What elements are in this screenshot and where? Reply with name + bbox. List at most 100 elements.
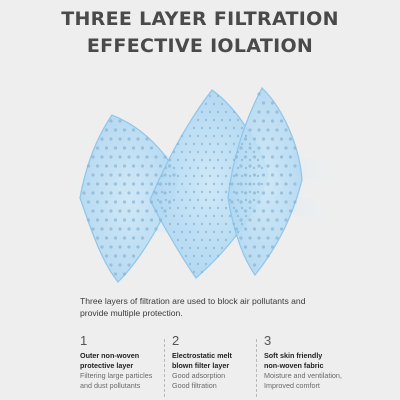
perforation-dot bbox=[288, 209, 293, 213]
perforation-dot bbox=[136, 173, 140, 177]
layer-name: blown filter layer bbox=[172, 360, 230, 370]
perforation-dot bbox=[234, 227, 239, 231]
perforation-dot bbox=[149, 182, 154, 186]
perforation-dot bbox=[86, 218, 91, 222]
perforation-dot bbox=[261, 191, 266, 195]
perforation-dot bbox=[208, 222, 212, 226]
perforation-dot bbox=[256, 190, 260, 194]
perforation-dot bbox=[216, 174, 220, 178]
perforation-dot bbox=[200, 142, 204, 146]
perforation-dot bbox=[200, 254, 204, 258]
perforation-dot bbox=[212, 198, 216, 202]
filtration-illustration bbox=[0, 70, 400, 295]
perforation-dot bbox=[86, 164, 91, 168]
perforation-dot bbox=[243, 173, 248, 177]
perforation-dot bbox=[275, 200, 279, 204]
layer-name: Electrostatic melt bbox=[172, 351, 232, 360]
perforation-dot bbox=[104, 254, 109, 258]
perforation-dot bbox=[252, 263, 257, 267]
perforation-dot bbox=[160, 206, 164, 210]
perforation-dot bbox=[109, 173, 113, 177]
perforation-dot bbox=[288, 191, 293, 195]
perforation-dot bbox=[204, 182, 208, 186]
perforation-dot bbox=[188, 150, 192, 154]
perforation-dot bbox=[284, 200, 288, 204]
perforation-dot bbox=[220, 118, 224, 122]
perforation-dot bbox=[220, 150, 224, 154]
perforation-dot bbox=[204, 166, 208, 170]
perforation-dot bbox=[100, 137, 104, 141]
perforation-dot bbox=[145, 209, 149, 213]
perforation-dot bbox=[204, 214, 208, 218]
perforation-dot bbox=[136, 227, 140, 231]
perforation-dot bbox=[176, 174, 180, 178]
perforation-dot bbox=[232, 158, 236, 162]
perforation-dot bbox=[260, 182, 264, 186]
perforation-dot bbox=[172, 198, 176, 202]
perforation-dot bbox=[145, 227, 149, 231]
perforation-dot bbox=[243, 227, 248, 231]
perforation-dot bbox=[220, 214, 224, 218]
perforation-dot bbox=[163, 155, 167, 159]
perforation-dot bbox=[239, 146, 243, 150]
layer-item-2: 2 Electrostatic melt blown filter layer … bbox=[164, 333, 256, 397]
perforation-dot bbox=[204, 262, 208, 266]
perforation-dot bbox=[284, 146, 288, 150]
layer-description: Good adsorption bbox=[172, 370, 226, 380]
perforation-dot bbox=[266, 182, 270, 186]
perforation-dot bbox=[224, 142, 228, 146]
perforation-dot bbox=[154, 227, 158, 231]
perforation-dot bbox=[228, 230, 232, 234]
perforation-dot bbox=[220, 102, 224, 106]
perforation-dot bbox=[164, 182, 168, 186]
perforation-dot bbox=[234, 173, 239, 177]
perforation-dot bbox=[91, 155, 95, 159]
perforation-dot bbox=[224, 126, 228, 130]
perforation-dot bbox=[248, 200, 252, 204]
perforation-dot bbox=[239, 164, 243, 168]
perforation-dot bbox=[104, 236, 109, 240]
perforation-dot bbox=[156, 198, 160, 202]
perforation-dot bbox=[100, 191, 104, 195]
perforation-dot bbox=[252, 191, 257, 195]
perforation-dot bbox=[163, 209, 167, 213]
layer-number: 2 bbox=[172, 333, 180, 348]
perforation-dot bbox=[136, 137, 140, 141]
perforation-dot bbox=[196, 262, 200, 266]
perforation-dot bbox=[192, 238, 196, 242]
perforation-dot bbox=[248, 254, 252, 258]
perforation-dot bbox=[232, 142, 236, 146]
perforation-dot bbox=[156, 182, 160, 186]
perforation-dot bbox=[118, 245, 122, 249]
perforation-dot bbox=[236, 166, 240, 170]
perforation-dot bbox=[172, 166, 176, 170]
perforation-dot bbox=[208, 158, 212, 162]
perforation-dot bbox=[252, 155, 257, 159]
perforation-dot bbox=[122, 128, 127, 132]
perforation-dot bbox=[212, 246, 216, 250]
perforation-dot bbox=[216, 190, 220, 194]
layer-description: Moisture and ventilation, bbox=[264, 370, 342, 380]
perforation-dot bbox=[208, 238, 212, 242]
perforation-dot bbox=[184, 254, 188, 258]
perforation-dot bbox=[270, 245, 275, 249]
perforation-dot bbox=[240, 174, 244, 178]
perforation-dot bbox=[131, 236, 136, 240]
perforation-dot bbox=[224, 190, 228, 194]
perforation-dot bbox=[293, 182, 297, 186]
perforation-dot bbox=[236, 118, 240, 122]
perforation-dot bbox=[167, 182, 172, 186]
page-title-line-2: EFFECTIVE IOLATION bbox=[86, 35, 314, 57]
perforation-dot bbox=[244, 182, 248, 186]
perforation-dot bbox=[270, 191, 275, 195]
perforation-dot bbox=[140, 200, 145, 204]
perforation-dot bbox=[149, 146, 154, 150]
perforation-dot bbox=[168, 158, 172, 162]
perforation-dot bbox=[243, 209, 248, 213]
perforation-dot bbox=[104, 200, 109, 204]
perforation-dot bbox=[91, 227, 95, 231]
perforation-dot bbox=[230, 200, 234, 204]
perforation-dot bbox=[164, 166, 168, 170]
perforation-dot bbox=[220, 166, 224, 170]
perforation-dot bbox=[127, 209, 131, 213]
